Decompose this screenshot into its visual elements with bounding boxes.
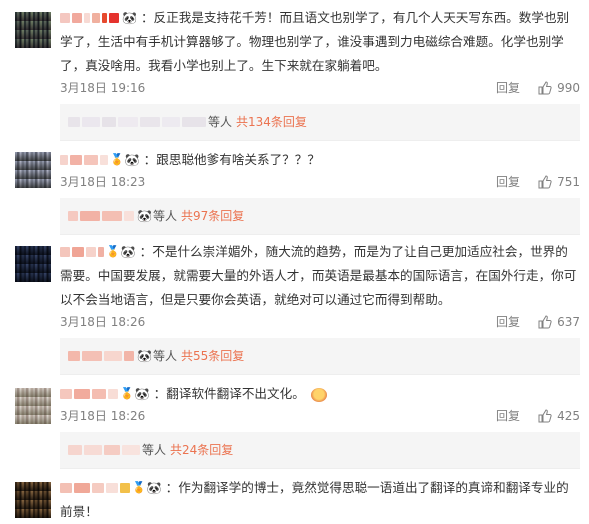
username[interactable]: 🐼 (60, 6, 138, 30)
reply-button[interactable]: 回复 (496, 312, 520, 332)
username[interactable]: 🏅 🐼 (60, 240, 137, 264)
like-count: 751 (557, 175, 580, 189)
comment-text-block: 🏅 🐼 ：不是什么崇洋媚外，随大流的趋势，而是为了让自己更加适应社会，世界的需要… (60, 240, 580, 312)
panda-emoji-icon: 🐼 (137, 349, 152, 363)
panda-emoji-icon: 🐼 (124, 153, 140, 167)
comment-text-block: 🏅 🐼 ：翻译软件翻译不出文化。 (60, 382, 580, 406)
thumbs-up-icon (538, 409, 552, 423)
view-replies-link[interactable]: 共55条回复 (181, 338, 244, 374)
sub-reply-prefix: 等人 (208, 115, 233, 129)
comment-text: ：跟思聪他爹有啥关系了？？？ (143, 152, 320, 167)
panda-emoji-icon: 🐼 (137, 209, 152, 223)
sub-replies-box: 等人 共24条回复 (60, 432, 580, 468)
sub-reply-prefix: 等人 (152, 209, 177, 223)
fan-badge-icon: 🏅 (120, 387, 134, 400)
sub-reply-prefix: 等人 (142, 443, 167, 457)
divider (60, 374, 580, 375)
sub-replies-box: 🐼 等人 共97条回复 (60, 198, 580, 234)
avatar[interactable] (15, 388, 51, 424)
avatar[interactable] (15, 246, 51, 282)
like-count: 425 (557, 409, 580, 423)
thumbs-up-icon (538, 81, 552, 95)
panda-emoji-icon: 🐼 (134, 387, 150, 401)
sub-reply-prefix: 等人 (152, 349, 177, 363)
panda-emoji-icon: 🐼 (146, 481, 162, 495)
view-replies-link[interactable]: 共24条回复 (170, 432, 233, 468)
view-replies-link[interactable]: 共97条回复 (181, 198, 244, 234)
divider (60, 234, 580, 235)
avatar[interactable] (15, 152, 51, 188)
username[interactable]: 🏅 🐼 (60, 382, 151, 406)
comment-text: ：不是什么崇洋媚外，随大流的趋势，而是为了让自己更加适应社会，世界的需要。中国要… (60, 244, 577, 307)
comment-date: 3月18日 18:23 (60, 175, 146, 189)
fan-badge-icon: 🏅 (132, 481, 146, 494)
divider (60, 468, 580, 469)
fan-badge-icon: 🏅 (106, 245, 120, 258)
panda-emoji-icon: 🐼 (120, 245, 136, 259)
comment-meta: 3月18日 19:16 回复 990 (60, 78, 580, 98)
divider (60, 140, 580, 141)
sub-replies-box: 等人 共134条回复 (60, 104, 580, 140)
comment-date: 3月18日 18:26 (60, 409, 146, 423)
comment-text-block: 🐼 ：反正我是支持花千芳！而且语文也别学了，有几个人天天写东西。数学也别学了，生… (60, 6, 580, 78)
thumbs-up-icon (538, 315, 552, 329)
comment-meta: 3月18日 18:26 回复 637 (60, 312, 580, 332)
avatar[interactable] (15, 482, 51, 518)
sub-replies-box: 🐼 等人 共55条回复 (60, 338, 580, 374)
like-count: 637 (557, 315, 580, 329)
view-replies-link[interactable]: 共134条回复 (236, 104, 307, 140)
comment-text-block: 🏅 🐼 ：跟思聪他爹有啥关系了？？？ (60, 148, 580, 172)
username[interactable]: 🏅 🐼 (60, 476, 163, 500)
fan-badge-icon: 🏅 (110, 153, 124, 166)
reply-button[interactable]: 回复 (496, 172, 520, 192)
comment-date: 3月18日 19:16 (60, 81, 146, 95)
like-button[interactable]: 637 (538, 312, 580, 332)
reply-button[interactable]: 回复 (496, 78, 520, 98)
comment-text-block: 🏅 🐼 ：作为翻译学的博士，竟然觉得思聪一语道出了翻译的真谛和翻译专业的前景！ (60, 476, 580, 524)
like-button[interactable]: 990 (538, 78, 580, 98)
panda-emoji-icon: 🐼 (122, 11, 137, 25)
like-button[interactable]: 425 (538, 406, 580, 426)
like-button[interactable]: 751 (538, 172, 580, 192)
comment-meta: 3月18日 18:23 回复 751 (60, 172, 580, 192)
comment-date: 3月18日 18:26 (60, 315, 146, 329)
reply-button[interactable]: 回复 (496, 406, 520, 426)
comment-text: ：翻译软件翻译不出文化。 (153, 386, 305, 401)
thumbs-up-icon (538, 175, 552, 189)
comment-meta: 3月18日 18:26 回复 425 (60, 406, 580, 426)
username[interactable]: 🏅 🐼 (60, 148, 141, 172)
smile-emoji-icon (310, 387, 327, 402)
avatar[interactable] (15, 12, 51, 48)
like-count: 990 (557, 81, 580, 95)
